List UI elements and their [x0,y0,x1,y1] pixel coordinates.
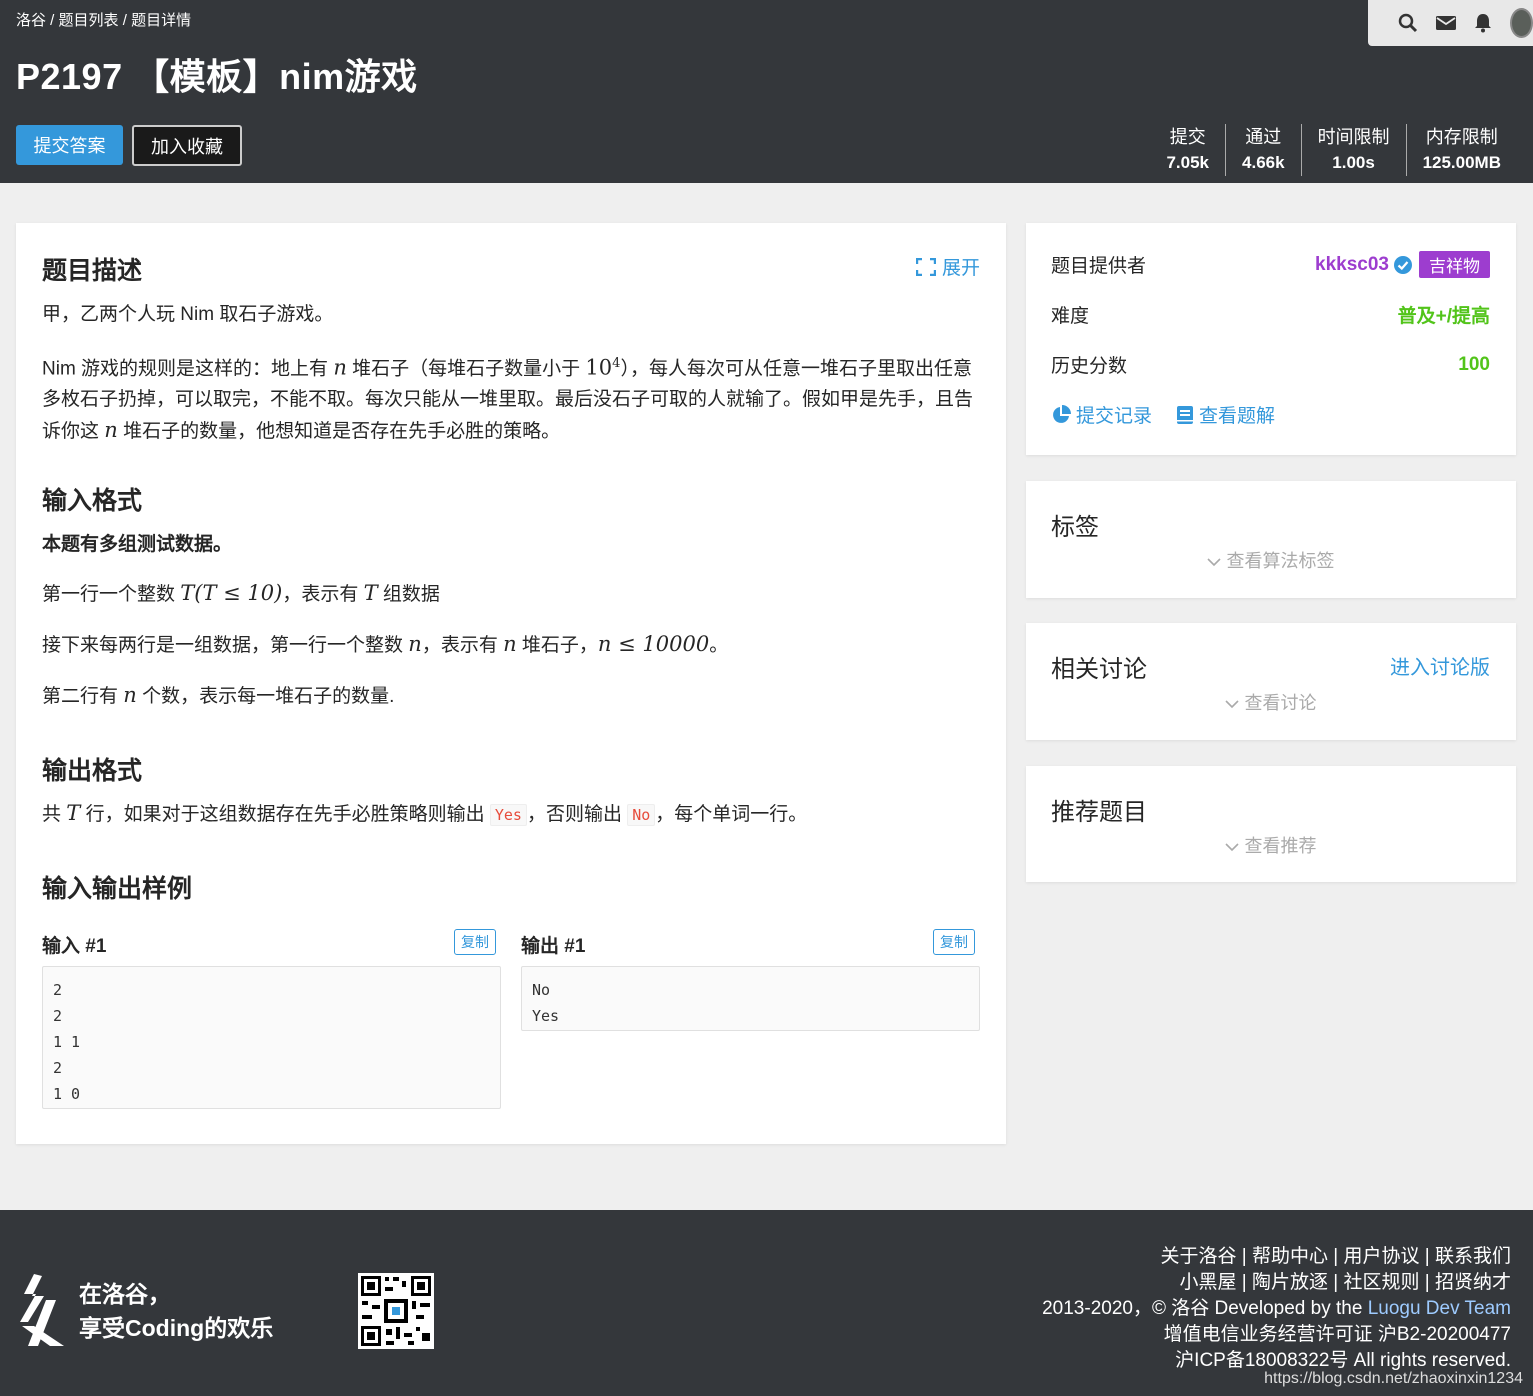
page-title: P2197 【模板】nim游戏 [16,56,418,97]
avatar[interactable] [1510,8,1533,38]
footer-links-row-2[interactable]: 小黑屋 | 陶片放逐 | 社区规则 | 招贤纳才 [1042,1270,1511,1296]
section-title-samples: 输入输出样例 [42,875,193,903]
expand-button[interactable]: 展开 [915,253,980,280]
footer-links-row-1[interactable]: 关于洛谷 | 帮助中心 | 用户协议 | 联系我们 [1042,1244,1511,1270]
discussion-card: 相关讨论 进入讨论版 查看讨论 [1026,623,1516,740]
sample-output-label: 输出 #1 [521,936,586,957]
output-desc: 共 T 行，如果对于这组数据存在先手必胜策略则输出 Yes ，否则输出 No ，每个… [42,801,808,826]
footer-license[interactable]: 增值电信业务经营许可证 沪B2-20200477 [1042,1322,1511,1348]
problem-content-card: 题目描述 展开 甲，乙两个人玩 Nim 取石子游戏。 Nim 游戏的规则是这样的… [16,223,1006,1144]
problem-info-card: 题目提供者 kkksc03 吉祥物 难度 普及+/提高 历史分数 100 提交记… [1026,223,1516,455]
chevron-down-icon [1207,558,1222,567]
stat-submissions: 提交 7.05k [1166,127,1210,172]
copy-output-button[interactable]: 复制 [933,929,975,955]
submission-records-link[interactable]: 提交记录 [1051,401,1152,428]
sample-input-box: 2 2 1 1 2 1 0 [42,966,501,1109]
qr-code-icon [358,1273,434,1349]
recommend-card: 推荐题目 查看推荐 [1026,766,1516,882]
search-icon[interactable] [1398,12,1418,34]
view-tags-toggle[interactable]: 查看算法标签 [1026,547,1516,573]
discussion-title: 相关讨论 [1051,656,1147,683]
chevron-down-icon [1225,700,1240,709]
sample-output-box: No Yes [521,966,980,1031]
footer-links: 关于洛谷 | 帮助中心 | 用户协议 | 联系我们 小黑屋 | 陶片放逐 | 社… [1042,1244,1511,1374]
provider-tag: 吉祥物 [1419,251,1490,278]
section-title-description: 题目描述 [42,257,143,285]
input-line-1: 第一行一个整数 T(T ≤ 10)，表示有 T 组数据 [42,581,440,605]
provider-row: 题目提供者 kkksc03 吉祥物 [1051,251,1490,278]
stat-accepted: 通过 4.66k [1225,124,1301,176]
difficulty-value[interactable]: 普及+/提高 [1398,301,1490,328]
section-title-input: 输入格式 [42,487,143,515]
sample-input-label: 输入 #1 [42,936,107,957]
provider-link[interactable]: kkksc03 [1315,254,1389,276]
mail-icon[interactable] [1436,12,1456,34]
user-toolbar [1368,0,1533,46]
difficulty-row: 难度 普及+/提高 [1051,301,1490,328]
breadcrumb-current: 题目详情 [131,12,192,29]
problem-stats: 提交 7.05k 通过 4.66k 时间限制 1.00s 内存限制 125.00… [1150,124,1517,176]
breadcrumb-home[interactable]: 洛谷 [16,12,46,29]
quick-links: 提交记录 查看题解 [1051,401,1490,428]
view-solutions-link[interactable]: 查看题解 [1176,401,1275,428]
tags-title: 标签 [1051,514,1099,541]
chevron-down-icon [1225,843,1240,852]
page-header: 洛谷 / 题目列表 / 题目详情 P2197 【模板】nim游戏 提交答案 加入… [0,0,1533,183]
input-note: 本题有多组测试数据。 [42,534,233,555]
enter-discussion-link[interactable]: 进入讨论版 [1390,651,1490,680]
description-p2: Nim 游戏的规则是这样的：地上有 n 堆石子（每堆石子数量小于 104），每人… [42,355,974,443]
page-footer: 在洛谷， 享受Coding的欢乐 关于洛谷 | 帮助中心 | 用户协议 | 联系… [0,1210,1533,1396]
view-recommend-toggle[interactable]: 查看推荐 [1026,832,1516,858]
dev-team-link[interactable]: Luogu Dev Team [1368,1298,1511,1319]
footer-copyright: 2013-2020，© 洛谷 Developed by the Luogu De… [1042,1298,1511,1319]
breadcrumb-problem-list[interactable]: 题目列表 [59,12,119,29]
input-line-3: 第二行有 n 个数，表示每一堆石子的数量. [42,683,395,707]
view-discussion-toggle[interactable]: 查看讨论 [1026,689,1516,715]
recommend-title: 推荐题目 [1051,799,1147,826]
watermark: https://blog.csdn.net/zhaoxinxin1234 [1264,1370,1523,1387]
history-score: 100 [1458,353,1490,375]
stat-memory-limit: 内存限制 125.00MB [1405,124,1517,176]
copy-input-button[interactable]: 复制 [454,929,496,955]
pie-chart-icon [1053,404,1071,423]
submit-answer-button[interactable]: 提交答案 [16,125,123,165]
add-favorite-button[interactable]: 加入收藏 [132,125,242,166]
expand-icon [915,257,936,276]
book-icon [1177,405,1194,424]
bell-icon[interactable] [1474,12,1492,34]
description-p1: 甲，乙两个人玩 Nim 取石子游戏。 [42,304,334,325]
input-line-2: 接下来每两行是一组数据，第一行一个整数 n，表示有 n 堆石子，n ≤ 1000… [42,632,729,656]
stat-time-limit: 时间限制 1.00s [1300,124,1406,176]
tags-card: 标签 查看算法标签 [1026,481,1516,598]
luogu-logo-icon [20,1274,64,1346]
section-title-output: 输出格式 [42,757,143,785]
history-row: 历史分数 100 [1051,353,1490,378]
verified-icon [1394,255,1412,274]
breadcrumb: 洛谷 / 题目列表 / 题目详情 [16,12,192,29]
footer-slogan: 在洛谷， 享受Coding的欢乐 [79,1281,274,1341]
